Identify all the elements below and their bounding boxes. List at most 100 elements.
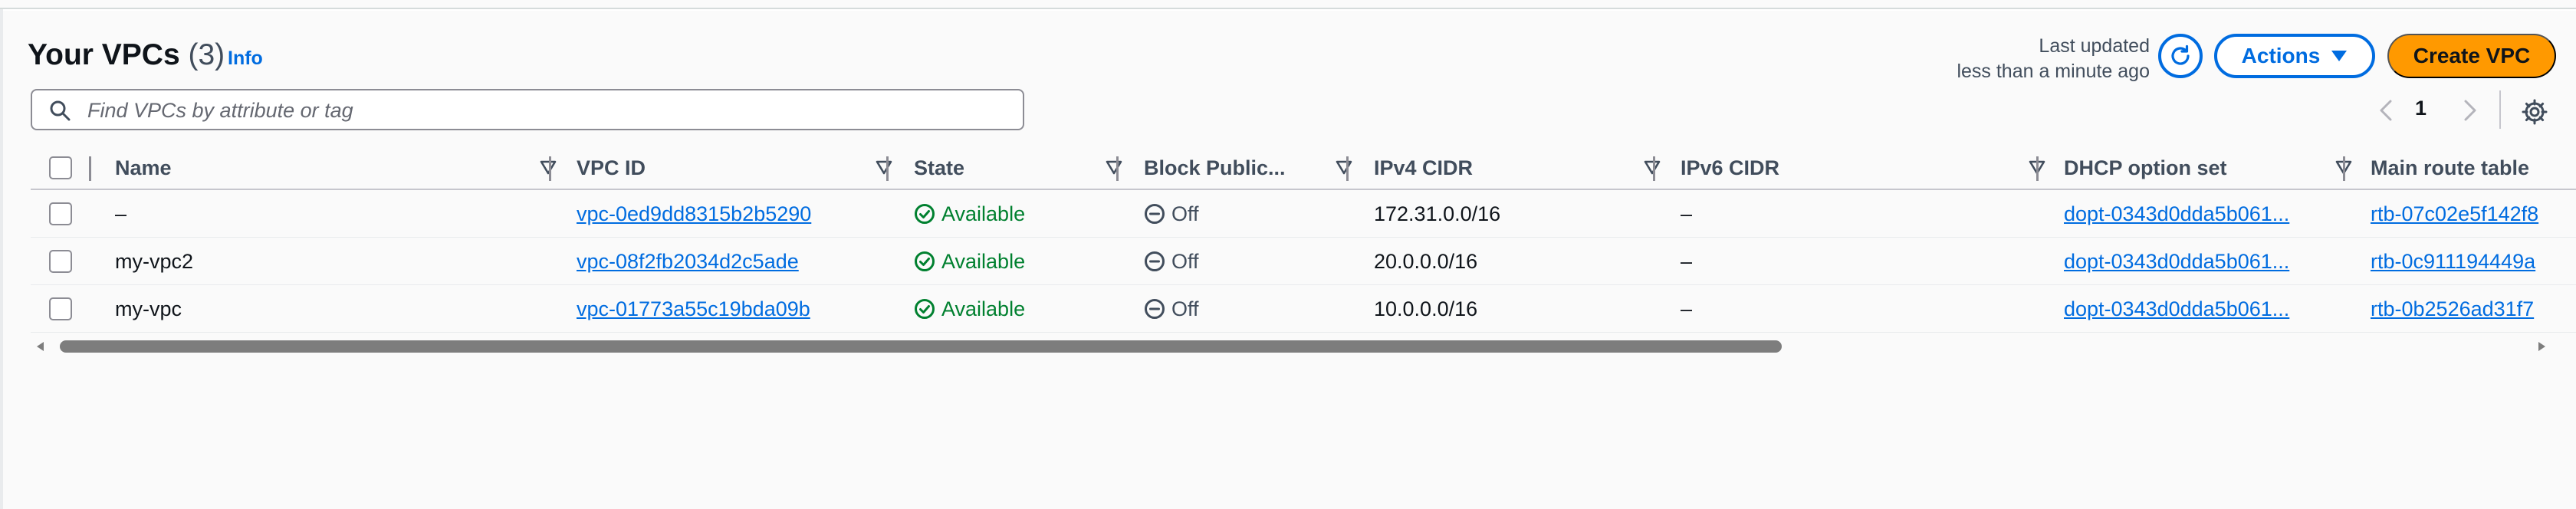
cell-name: my-vpc2 bbox=[115, 249, 194, 273]
chevron-left-icon bbox=[2380, 100, 2392, 121]
previous-page-button[interactable] bbox=[2372, 95, 2400, 126]
row-checkbox[interactable] bbox=[49, 202, 72, 225]
status-off-icon bbox=[1145, 299, 1165, 319]
vpc-id-link[interactable]: vpc-0ed9dd8315b2b5290 bbox=[577, 202, 811, 226]
column-header-main-route-table[interactable]: Main route table bbox=[2371, 147, 2576, 189]
status-positive-icon bbox=[915, 299, 935, 319]
status-off: Off bbox=[1144, 202, 1199, 226]
table-header: Name VPC ID State Block Public... IPv4 C… bbox=[31, 147, 2576, 190]
column-header-block-public[interactable]: Block Public... bbox=[1144, 147, 1352, 189]
status-off: Off bbox=[1144, 250, 1199, 274]
search-icon bbox=[50, 100, 71, 121]
column-header-label: Block Public... bbox=[1144, 156, 1286, 179]
actions-label: Actions bbox=[2241, 44, 2321, 67]
info-link[interactable]: Info bbox=[228, 48, 263, 70]
cell-dhcp-option-set: dopt-0343d0dda5b061... bbox=[2064, 285, 2340, 333]
last-updated: Last updated less than a minute ago bbox=[1897, 34, 2150, 84]
status-off: Off bbox=[1144, 297, 1199, 321]
vpc-id-link[interactable]: vpc-08f2fb2034d2c5ade bbox=[577, 250, 799, 274]
cell-name: – bbox=[115, 202, 127, 225]
settings-icon bbox=[2522, 99, 2548, 125]
select-all-checkbox[interactable] bbox=[49, 156, 72, 179]
column-header-state[interactable]: State bbox=[914, 147, 1122, 189]
sort-icon[interactable] bbox=[1106, 159, 1122, 176]
cell-dhcp-option-set: dopt-0343d0dda5b061... bbox=[2064, 238, 2340, 285]
table-settings-button[interactable] bbox=[2518, 95, 2551, 129]
row-checkbox[interactable] bbox=[49, 250, 72, 273]
table-row[interactable]: my-vpc2 vpc-08f2fb2034d2c5ade Available … bbox=[31, 238, 2576, 285]
dhcp-option-set-link[interactable]: dopt-0343d0dda5b061... bbox=[2064, 250, 2289, 274]
route-table-link[interactable]: rtb-07c02e5f142f8 bbox=[2371, 202, 2538, 226]
status-available: Available bbox=[914, 250, 1025, 274]
route-table-link[interactable]: rtb-0b2526ad31f7 bbox=[2371, 297, 2534, 321]
vpc-table: Name VPC ID State Block Public... IPv4 C… bbox=[31, 147, 2576, 339]
cell-ipv6-cidr: – bbox=[1681, 202, 1693, 225]
column-header-label: Name bbox=[115, 156, 172, 179]
cell-ipv4-cidr: 10.0.0.0/16 bbox=[1374, 297, 1478, 320]
caret-down-icon bbox=[2331, 51, 2348, 61]
status-available: Available bbox=[914, 297, 1025, 321]
dhcp-option-set-link[interactable]: dopt-0343d0dda5b061... bbox=[2064, 297, 2289, 321]
next-page-button[interactable] bbox=[2456, 95, 2484, 126]
dhcp-option-set-link[interactable]: dopt-0343d0dda5b061... bbox=[2064, 202, 2289, 226]
column-header-dhcp-option-set[interactable]: DHCP option set bbox=[2064, 147, 2352, 189]
cell-block-public: Off bbox=[1144, 190, 1343, 238]
window-top-border bbox=[0, 0, 2576, 9]
route-table-link[interactable]: rtb-0c911194449a bbox=[2371, 250, 2535, 274]
cell-ipv6-cidr: – bbox=[1681, 297, 1693, 320]
table-row[interactable]: my-vpc vpc-01773a55c19bda09b Available O… bbox=[31, 285, 2576, 333]
cell-main-route-table: rtb-07c02e5f142f8 bbox=[2371, 190, 2576, 238]
sort-icon[interactable] bbox=[1644, 159, 1661, 176]
state-text: Available bbox=[941, 297, 1026, 320]
row-checkbox[interactable] bbox=[49, 297, 72, 320]
sort-icon[interactable] bbox=[1336, 159, 1352, 176]
state-text: Available bbox=[941, 249, 1026, 273]
scroll-left-icon[interactable] bbox=[37, 342, 44, 351]
cell-dhcp-option-set: dopt-0343d0dda5b061... bbox=[2064, 190, 2340, 238]
column-header-label: VPC ID bbox=[577, 156, 646, 179]
column-header-label: DHCP option set bbox=[2064, 156, 2227, 179]
cell-ipv4-cidr: 20.0.0.0/16 bbox=[1374, 249, 1478, 273]
state-text: Available bbox=[941, 202, 1026, 225]
column-header-label: IPv6 CIDR bbox=[1681, 156, 1780, 179]
search-input[interactable] bbox=[87, 97, 1007, 124]
status-available: Available bbox=[914, 202, 1025, 226]
cell-state: Available bbox=[914, 285, 1113, 333]
column-header-label: IPv4 CIDR bbox=[1374, 156, 1474, 179]
actions-button[interactable]: Actions bbox=[2214, 34, 2375, 78]
horizontal-scrollbar[interactable] bbox=[31, 337, 2553, 356]
vpc-count: (3) bbox=[188, 38, 225, 71]
cell-block-public: Off bbox=[1144, 285, 1343, 333]
cell-main-route-table: rtb-0c911194449a bbox=[2371, 238, 2576, 285]
column-header-label: State bbox=[914, 156, 965, 179]
last-updated-label: Last updated bbox=[2039, 35, 2150, 57]
block-public-text: Off bbox=[1171, 202, 1199, 225]
column-header-ipv4-cidr[interactable]: IPv4 CIDR bbox=[1374, 147, 1681, 189]
vpc-list-panel: Your VPCs (3) Info Last updated less tha… bbox=[3, 11, 2576, 509]
status-off-icon bbox=[1145, 204, 1165, 224]
column-header-label: Main route table bbox=[2371, 156, 2530, 179]
column-header-ipv6-cidr[interactable]: IPv6 CIDR bbox=[1681, 147, 2049, 189]
search-box[interactable] bbox=[31, 89, 1024, 130]
status-off-icon bbox=[1145, 251, 1165, 271]
status-positive-icon bbox=[915, 204, 935, 224]
vpc-id-link[interactable]: vpc-01773a55c19bda09b bbox=[577, 297, 810, 321]
scroll-right-icon[interactable] bbox=[2538, 342, 2545, 351]
column-header-vpc-id[interactable]: VPC ID bbox=[577, 147, 906, 189]
table-row[interactable]: – vpc-0ed9dd8315b2b5290 Available Off 17… bbox=[31, 190, 2576, 238]
cell-vpc-id: vpc-0ed9dd8315b2b5290 bbox=[577, 190, 883, 238]
scrollbar-thumb[interactable] bbox=[60, 340, 1782, 353]
cell-name: my-vpc bbox=[115, 297, 182, 320]
cell-ipv4-cidr: 172.31.0.0/16 bbox=[1374, 202, 1501, 225]
status-positive-icon bbox=[915, 251, 935, 271]
cell-main-route-table: rtb-0b2526ad31f7 bbox=[2371, 285, 2576, 333]
column-header-name[interactable]: Name bbox=[115, 147, 567, 189]
current-page-number[interactable]: 1 bbox=[2415, 97, 2426, 120]
sort-icon[interactable] bbox=[540, 159, 557, 176]
refresh-button[interactable] bbox=[2158, 34, 2203, 78]
create-vpc-button[interactable]: Create VPC bbox=[2387, 34, 2556, 78]
cell-vpc-id: vpc-08f2fb2034d2c5ade bbox=[577, 238, 883, 285]
sort-icon[interactable] bbox=[876, 159, 892, 176]
cell-state: Available bbox=[914, 190, 1113, 238]
page-title-text: Your VPCs bbox=[28, 38, 180, 71]
